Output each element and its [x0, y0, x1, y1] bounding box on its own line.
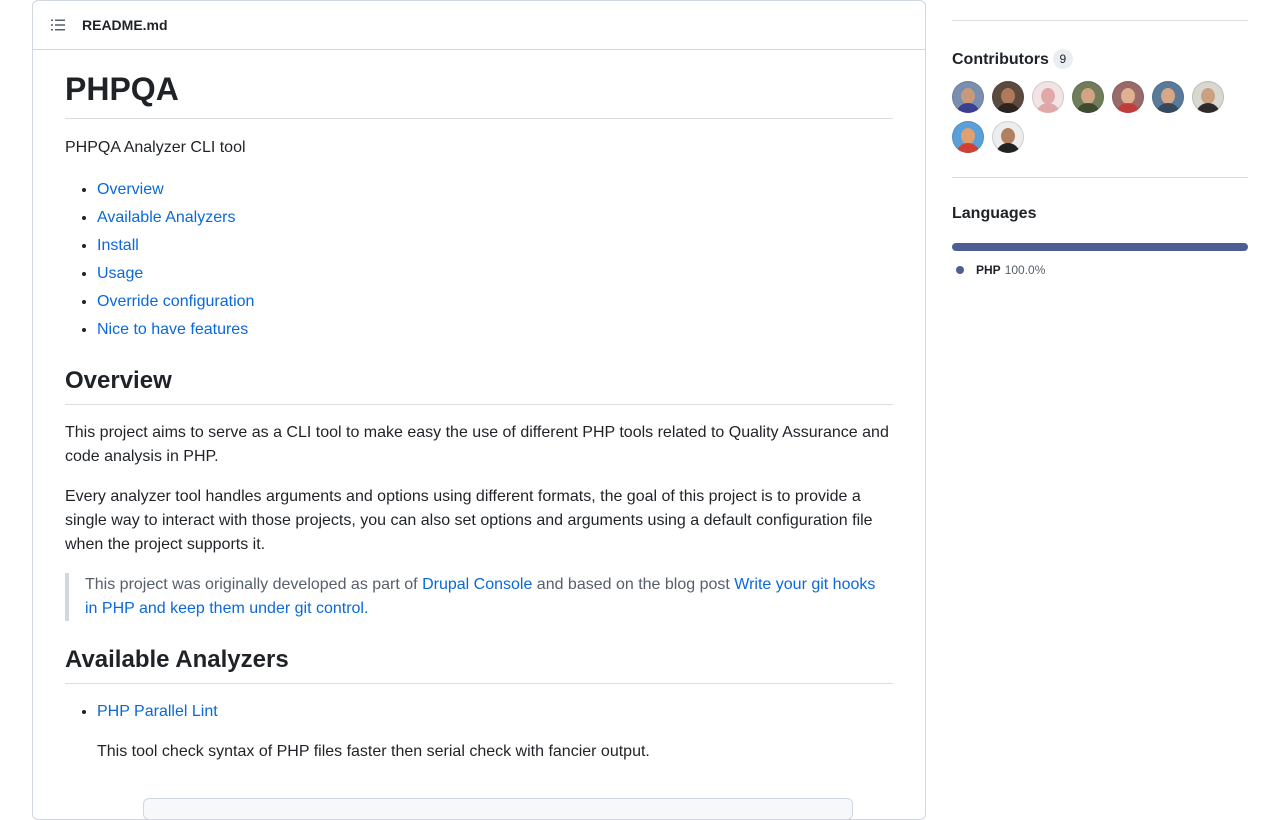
drupal-console-link[interactable]: Drupal Console: [422, 576, 532, 593]
language-name: PHP: [976, 263, 1001, 277]
avatar-shoulders: [1076, 103, 1100, 113]
origin-blockquote: This project was originally developed as…: [65, 572, 893, 621]
toc-link-available-analyzers[interactable]: Available Analyzers: [97, 209, 235, 226]
contributors-count-badge: 9: [1052, 49, 1073, 69]
contributors-header: Contributors 9: [952, 49, 1248, 69]
contributors-section: Contributors 9: [952, 49, 1248, 161]
overview-paragraph-2: Every analyzer tool handles arguments an…: [65, 487, 873, 553]
contributor-avatar[interactable]: [1192, 81, 1224, 113]
code-block: [143, 798, 853, 819]
available-analyzers-heading: Available Analyzers: [65, 645, 893, 684]
contributor-avatar[interactable]: [992, 121, 1024, 153]
contributor-avatars: [952, 81, 1232, 161]
avatar-face: [961, 128, 975, 144]
avatar-shoulders: [956, 143, 980, 153]
list-item: Available Analyzers: [97, 204, 893, 232]
avatar-face: [1001, 88, 1015, 104]
languages-title: Languages: [952, 205, 1037, 222]
avatar-shoulders: [996, 103, 1020, 113]
avatar-shoulders: [996, 143, 1020, 153]
contributor-avatar[interactable]: [1032, 81, 1064, 113]
list-item: Install: [97, 232, 893, 260]
list-item: Overview: [97, 176, 893, 204]
toc-link-override-configuration[interactable]: Override configuration: [97, 293, 254, 310]
readme-header: README.md: [33, 1, 925, 50]
table-of-contents-icon[interactable]: [50, 17, 66, 33]
contributor-avatar[interactable]: [1072, 81, 1104, 113]
toc-link-overview[interactable]: Overview: [97, 181, 164, 198]
contributor-avatar[interactable]: [1152, 81, 1184, 113]
avatar-face: [1041, 88, 1055, 104]
avatar-shoulders: [1116, 103, 1140, 113]
repo-sidebar: Contributors 9 Languages PHP 100.0%: [952, 0, 1248, 277]
avatar-face: [1081, 88, 1095, 104]
contributor-avatar[interactable]: [952, 81, 984, 113]
analyzer-link-php-parallel-lint[interactable]: PHP Parallel Lint: [97, 703, 218, 720]
avatar-face: [961, 88, 975, 104]
language-bar: [952, 243, 1248, 251]
readme-title: PHPQA: [65, 71, 893, 119]
list-item: Nice to have features: [97, 316, 893, 344]
overview-paragraph-1: This project aims to serve as a CLI tool…: [65, 423, 889, 465]
toc-link-usage[interactable]: Usage: [97, 265, 143, 282]
readme-body: PHPQA PHPQA Analyzer CLI tool Overview A…: [33, 71, 925, 764]
readme-panel: README.md PHPQA PHPQA Analyzer CLI tool …: [32, 0, 926, 820]
avatar-shoulders: [1036, 103, 1060, 113]
contributor-avatar[interactable]: [1112, 81, 1144, 113]
avatar-face: [1121, 88, 1135, 104]
list-item: Override configuration: [97, 288, 893, 316]
language-item[interactable]: PHP 100.0%: [952, 263, 1248, 277]
toc-link-nice-to-have-features[interactable]: Nice to have features: [97, 321, 248, 338]
contributor-avatar[interactable]: [952, 121, 984, 153]
language-color-dot: [956, 266, 964, 274]
contributors-title[interactable]: Contributors: [952, 51, 1049, 68]
analyzer-description: This tool check syntax of PHP files fast…: [97, 742, 650, 760]
blockquote-middle: and based on the blog post: [532, 575, 735, 593]
avatar-face: [1161, 88, 1175, 104]
overview-heading: Overview: [65, 366, 893, 405]
blockquote-period: .: [363, 599, 369, 617]
toc-link-install[interactable]: Install: [97, 237, 139, 254]
divider: [952, 20, 1248, 21]
readme-filename[interactable]: README.md: [82, 17, 168, 33]
avatar-shoulders: [1156, 103, 1180, 113]
toc-list: Overview Available Analyzers Install Usa…: [65, 176, 893, 344]
language-percent: 100.0%: [1004, 263, 1046, 277]
list-item: PHP Parallel Lint This tool check syntax…: [97, 700, 893, 764]
blockquote-prefix: This project was originally developed as…: [85, 575, 423, 593]
avatar-shoulders: [956, 103, 980, 113]
analyzers-list: PHP Parallel Lint This tool check syntax…: [65, 700, 893, 764]
contributor-avatar[interactable]: [992, 81, 1024, 113]
avatar-shoulders: [1196, 103, 1220, 113]
avatar-face: [1001, 128, 1015, 144]
blockquote-text: This project was originally developed as…: [85, 573, 877, 621]
list-item: Usage: [97, 260, 893, 288]
languages-section: Languages PHP 100.0%: [952, 205, 1248, 277]
readme-description: PHPQA Analyzer CLI tool: [65, 138, 246, 156]
divider: [952, 177, 1248, 178]
avatar-face: [1201, 88, 1215, 104]
